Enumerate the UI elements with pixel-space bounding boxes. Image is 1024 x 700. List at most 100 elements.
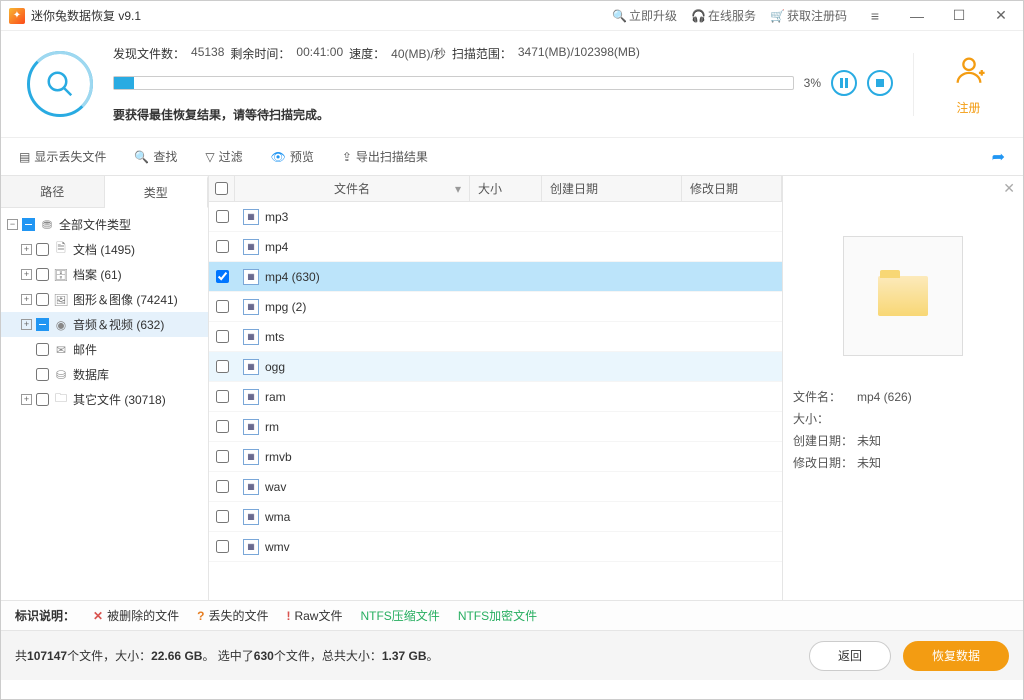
- checkbox-partial[interactable]: [22, 218, 35, 231]
- checkbox[interactable]: [36, 293, 49, 306]
- tree-root[interactable]: −⛃全部文件类型: [1, 212, 208, 237]
- table-row[interactable]: ▦ram: [209, 382, 782, 412]
- preview-button[interactable]: 👁预览: [271, 148, 314, 165]
- row-checkbox[interactable]: [216, 360, 229, 373]
- row-checkbox[interactable]: [216, 450, 229, 463]
- close-button[interactable]: ✕: [987, 7, 1015, 24]
- checkbox[interactable]: [36, 368, 49, 381]
- tree-docs[interactable]: +🗎文档 (1495): [1, 237, 208, 262]
- row-checkbox[interactable]: [216, 510, 229, 523]
- file-type-icon: ▦: [243, 299, 259, 315]
- expand-icon[interactable]: +: [21, 294, 32, 305]
- list-body[interactable]: ▦mp3▦mp4▦mp4 (630)▦mpg (2)▦mts▦ogg▦ram▦r…: [209, 202, 782, 600]
- collapse-icon[interactable]: −: [7, 219, 18, 230]
- table-row[interactable]: ▦mpg (2): [209, 292, 782, 322]
- export-label: 导出扫描结果: [356, 148, 428, 165]
- row-checkbox[interactable]: [216, 300, 229, 313]
- progress-bar: [113, 76, 794, 90]
- meta-size-label: 大小：: [793, 408, 857, 430]
- upgrade-link[interactable]: 🔍 立即升级: [612, 7, 677, 24]
- preview-thumbnail: [843, 236, 963, 356]
- total-files-value: 107147: [27, 649, 67, 663]
- x-icon: ✕: [93, 609, 103, 623]
- tree-image[interactable]: +🖼图形＆图像 (74241): [1, 287, 208, 312]
- table-row[interactable]: ▦wma: [209, 502, 782, 532]
- preview-close-button[interactable]: ✕: [1003, 180, 1015, 197]
- tree-db-label: 数据库: [73, 366, 109, 383]
- tree-other-label: 其它文件 (30718): [73, 391, 166, 408]
- expand-icon[interactable]: +: [21, 244, 32, 255]
- row-checkbox[interactable]: [216, 540, 229, 553]
- checkbox[interactable]: [36, 393, 49, 406]
- share-button[interactable]: ➦: [992, 147, 1005, 167]
- footer: 共107147个文件，大小：22.66 GB。 选中了630个文件，总共大小：1…: [1, 630, 1023, 680]
- col-size[interactable]: 大小: [470, 176, 542, 201]
- checkbox-partial[interactable]: [36, 318, 49, 331]
- search-button[interactable]: 🔍查找: [134, 148, 177, 165]
- tree-other[interactable]: +🗀其它文件 (30718): [1, 387, 208, 412]
- checkbox[interactable]: [36, 343, 49, 356]
- row-checkbox[interactable]: [216, 330, 229, 343]
- tab-path[interactable]: 路径: [1, 176, 105, 207]
- file-name: mp3: [265, 210, 288, 224]
- menu-button[interactable]: ≡: [861, 8, 889, 24]
- row-checkbox[interactable]: [216, 420, 229, 433]
- checkbox[interactable]: [36, 243, 49, 256]
- col-cdate[interactable]: 创建日期: [542, 176, 682, 201]
- row-checkbox[interactable]: [216, 270, 229, 283]
- col-mdate[interactable]: 修改日期: [682, 176, 782, 201]
- checkbox[interactable]: [36, 268, 49, 281]
- register-button[interactable]: 注册: [913, 53, 1003, 116]
- file-type-icon: ▦: [243, 539, 259, 555]
- table-row[interactable]: ▦mp4 (630): [209, 262, 782, 292]
- stop-button[interactable]: [867, 70, 893, 96]
- tree-mail[interactable]: ✉邮件: [1, 337, 208, 362]
- register-label: 注册: [956, 101, 980, 115]
- tree-db[interactable]: ⛁ 数据库: [1, 362, 208, 387]
- exclaim-icon: !: [286, 609, 290, 623]
- table-row[interactable]: ▦mp3: [209, 202, 782, 232]
- row-checkbox[interactable]: [216, 390, 229, 403]
- table-row[interactable]: ▦rmvb: [209, 442, 782, 472]
- select-all-checkbox[interactable]: [215, 182, 228, 195]
- get-reg-code-link[interactable]: 🛒 获取注册码: [770, 7, 847, 24]
- db-icon: ⛁: [53, 368, 69, 382]
- search-label: 查找: [153, 148, 177, 165]
- legend-raw-label: Raw文件: [294, 607, 342, 624]
- tree-archive[interactable]: +🗄档案 (61): [1, 262, 208, 287]
- title-bar: ✦ 迷你兔数据恢复 v9.1 🔍 立即升级 🎧 在线服务 🛒 获取注册码 ≡ —…: [1, 1, 1023, 31]
- upgrade-label: 立即升级: [629, 7, 677, 24]
- filter-button[interactable]: ▽过滤: [205, 148, 242, 165]
- pause-button[interactable]: [831, 70, 857, 96]
- col-name[interactable]: 文件名▾: [235, 176, 470, 201]
- row-checkbox[interactable]: [216, 480, 229, 493]
- table-row[interactable]: ▦mts: [209, 322, 782, 352]
- tree-av[interactable]: +◉音频＆视频 (632): [1, 312, 208, 337]
- expand-icon[interactable]: +: [21, 394, 32, 405]
- table-row[interactable]: ▦wmv: [209, 532, 782, 562]
- table-row[interactable]: ▦mp4: [209, 232, 782, 262]
- table-row[interactable]: ▦wav: [209, 472, 782, 502]
- file-type-icon: ▦: [243, 509, 259, 525]
- maximize-button[interactable]: ☐: [945, 7, 973, 24]
- minimize-button[interactable]: —: [903, 8, 931, 24]
- recover-button[interactable]: 恢复数据: [903, 641, 1009, 671]
- row-checkbox[interactable]: [216, 240, 229, 253]
- export-button[interactable]: ⇪ 导出扫描结果: [342, 148, 428, 165]
- row-checkbox[interactable]: [216, 210, 229, 223]
- online-service-link[interactable]: 🎧 在线服务: [691, 7, 756, 24]
- expand-icon[interactable]: +: [21, 269, 32, 280]
- expand-icon[interactable]: +: [21, 319, 32, 330]
- export-icon: ⇪: [342, 150, 352, 164]
- get-reg-code-label: 获取注册码: [787, 7, 847, 24]
- meta-name-label: 文件名：: [793, 386, 857, 408]
- table-row[interactable]: ▦rm: [209, 412, 782, 442]
- col-check[interactable]: [209, 176, 235, 201]
- tab-type[interactable]: 类型: [105, 176, 209, 208]
- mail-icon: ✉: [53, 343, 69, 357]
- table-row[interactable]: ▦ogg: [209, 352, 782, 382]
- show-lost-button[interactable]: ▤显示丢失文件: [19, 148, 106, 165]
- legend-ntfs-comp: NTFS压缩文件: [360, 607, 439, 624]
- back-button[interactable]: 返回: [809, 641, 891, 671]
- tree-av-label: 音频＆视频 (632): [73, 316, 164, 333]
